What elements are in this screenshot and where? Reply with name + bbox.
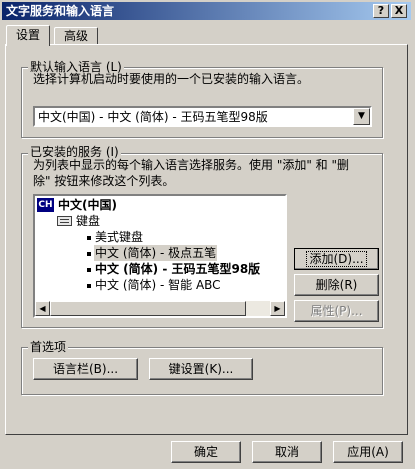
preferences-legend: 首选项 [28,340,69,354]
tab-settings[interactable]: 设置 [6,25,50,46]
bullet-icon [87,236,91,240]
horizontal-scrollbar[interactable]: ◀ ▶ [35,301,285,316]
language-bar-button-label: 语言栏(B)... [52,362,119,376]
arrow-left-icon: ◀ [39,304,46,313]
help-button[interactable]: ? [373,4,389,18]
scroll-left-button[interactable]: ◀ [35,301,50,316]
installed-services-desc-line2: 除" 按钮来修改这个列表。 [33,174,175,188]
remove-button-label: 删除(R) [315,278,358,292]
cancel-button-label: 取消 [274,445,299,459]
add-button-label: 添加(D)... [306,251,367,267]
ok-button-label: 确定 [193,445,218,459]
tree-item-us-keyboard[interactable]: 美式键盘 [95,229,143,245]
bullet-icon [87,252,91,256]
tab-settings-label: 设置 [15,28,40,42]
bullet-icon [87,268,91,272]
services-tree[interactable]: CH 中文(中国) 键盘 美式键盘 中文 (简体) - 极点五笔 中文 (简体)… [33,194,287,318]
window-title: 文字服务和输入语言 [6,4,115,18]
language-flag-icon: CH [37,198,54,212]
installed-services-desc-line1: 为列表中显示的每个输入语言选择服务。使用 "添加" 和 "删 [33,158,350,172]
default-language-description: 选择计算机启动时要使用的一个已安装的输入语言。 [33,72,310,86]
properties-button[interactable]: 属性(P)... [294,300,379,322]
apply-button-label: 应用(A) [347,445,389,459]
ok-button[interactable]: 确定 [171,441,241,463]
language-badge: CH [38,200,53,210]
combo-dropdown-button[interactable]: ▼ [353,108,370,125]
tree-item-smart-abc[interactable]: 中文 (简体) - 智能 ABC [95,277,221,293]
scroll-right-button[interactable]: ▶ [270,301,285,316]
apply-button[interactable]: 应用(A) [333,441,403,463]
key-settings-button-label: 键设置(K)... [168,362,234,376]
tree-language-node[interactable]: 中文(中国) [58,197,117,213]
tab-advanced[interactable]: 高级 [54,27,98,45]
remove-button[interactable]: 删除(R) [294,274,379,296]
bullet-icon [87,284,91,288]
tree-item-wangma-wubi[interactable]: 中文 (简体) - 王码五笔型98版 [95,261,260,277]
tree-category-keyboard[interactable]: 键盘 [76,213,100,229]
default-language-combobox[interactable]: 中文(中国) - 中文 (简体) - 王码五笔型98版 ▼ [33,106,372,127]
tree-item-jidian-wubi[interactable]: 中文 (简体) - 极点五笔 [94,245,218,261]
keyboard-icon [57,216,72,226]
tab-advanced-label: 高级 [63,29,88,43]
cancel-button[interactable]: 取消 [252,441,322,463]
default-language-value: 中文(中国) - 中文 (简体) - 王码五笔型98版 [38,110,268,124]
arrow-right-icon: ▶ [274,304,281,313]
title-bar[interactable]: 文字服务和输入语言 ? X [2,2,411,20]
language-bar-button[interactable]: 语言栏(B)... [33,358,138,380]
key-settings-button[interactable]: 键设置(K)... [149,358,253,380]
scroll-thumb[interactable] [50,301,246,316]
close-button[interactable]: X [391,4,407,18]
add-button[interactable]: 添加(D)... [294,248,379,270]
properties-button-label: 属性(P)... [310,304,363,318]
chevron-down-icon: ▼ [358,111,365,121]
